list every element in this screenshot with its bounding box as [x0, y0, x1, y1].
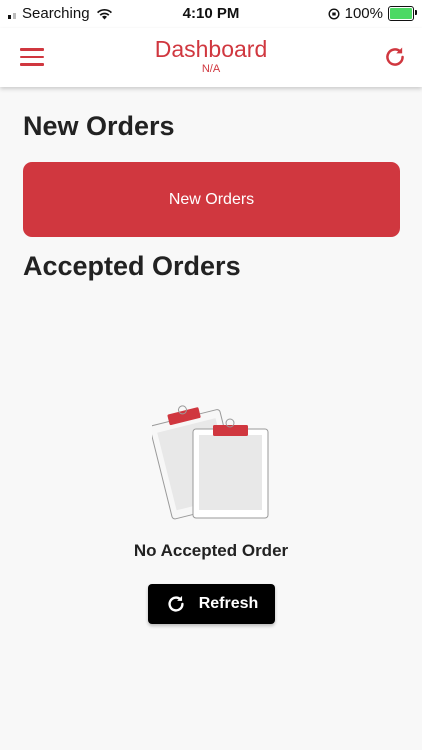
status-bar: Searching 4:10 PM 100%	[0, 0, 422, 28]
new-orders-heading: New Orders	[23, 111, 175, 141]
battery-icon	[388, 6, 417, 21]
empty-state-text: No Accepted Order	[133, 541, 289, 560]
refresh-button[interactable]: Refresh	[148, 584, 275, 624]
page-title: Dashboard	[154, 36, 268, 62]
new-orders-button[interactable]: New Orders	[23, 162, 400, 237]
refresh-button-label: Refresh	[198, 595, 259, 612]
app-title: Dashboard N/A	[0, 36, 422, 76]
refresh-icon	[386, 47, 404, 66]
orientation-lock-icon	[328, 7, 340, 20]
accepted-orders-heading: Accepted Orders	[23, 251, 241, 281]
refresh-icon	[168, 595, 184, 612]
app-bar: Dashboard N/A	[0, 28, 422, 87]
header-refresh-button[interactable]	[382, 44, 408, 70]
status-right: 100%	[328, 5, 417, 22]
clipboard-illustration	[152, 405, 269, 520]
battery-percent: 100%	[344, 5, 383, 22]
page-subtitle: N/A	[201, 63, 221, 75]
